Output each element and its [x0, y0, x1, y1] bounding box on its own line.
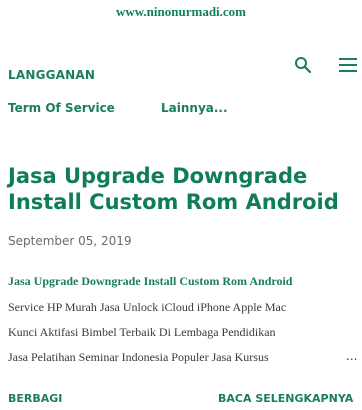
snippet-line: Kunci Aktifasi Bimbel Terbaik Di Lembaga…: [8, 325, 276, 339]
hamburger-menu-icon: [339, 57, 357, 77]
nav-item-term-of-service[interactable]: Term Of Service: [8, 101, 115, 115]
subscribe-button[interactable]: LANGGANAN: [8, 68, 95, 82]
nav-item-more[interactable]: Lainnya...: [161, 101, 228, 115]
search-icon: [294, 56, 312, 78]
snippet-fade: [290, 346, 340, 366]
post-title[interactable]: Jasa Upgrade Downgrade Install Custom Ro…: [8, 163, 358, 215]
snippet-link[interactable]: Jasa Upgrade Downgrade Install Custom Ro…: [8, 274, 360, 289]
site-url-link[interactable]: www.ninonurmadi.com: [0, 4, 362, 20]
snippet-line: Service HP Murah Jasa Unlock iCloud iPho…: [8, 300, 287, 314]
search-button[interactable]: [292, 56, 314, 78]
snippet-ellipsis: ...: [346, 349, 358, 363]
post-date[interactable]: September 05, 2019: [8, 234, 132, 248]
share-button[interactable]: BERBAGI: [8, 392, 62, 405]
menu-button[interactable]: [337, 56, 359, 78]
snippet-line: Jasa Pelatihan Seminar Indonesia Populer…: [8, 350, 269, 364]
read-more-button[interactable]: BACA SELENGKAPNYA: [218, 392, 353, 405]
